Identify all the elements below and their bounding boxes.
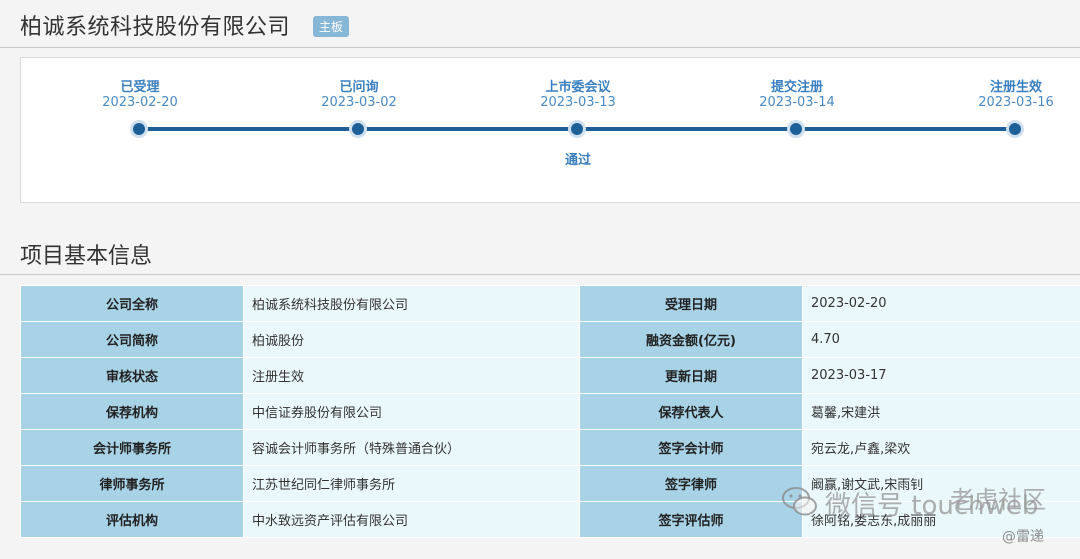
- field-value: 柏诚股份: [243, 321, 580, 358]
- field-value: 柏诚系统科技股份有限公司: [243, 285, 580, 322]
- table-row: 评估机构 中水致远资产评估有限公司 签字评估师 徐阿铭,娄志东,成丽丽: [20, 501, 1080, 538]
- table-row: 审核状态 注册生效 更新日期 2023-03-17: [20, 357, 1080, 394]
- field-value: 2023-02-20: [802, 285, 1080, 322]
- field-value: 葛馨,宋建洪: [802, 393, 1080, 430]
- field-label: 评估机构: [20, 501, 244, 538]
- field-label: 受理日期: [579, 285, 803, 322]
- field-value: 阚赢,谢文武,宋雨钊: [802, 465, 1080, 502]
- field-label: 公司全称: [20, 285, 244, 322]
- step-result: 通过: [564, 153, 591, 168]
- timeline-panel: 已受理 2023-02-20 已问询 2023-03-02 上市委会议 2023…: [20, 57, 1080, 203]
- field-label: 保荐机构: [20, 393, 244, 430]
- section-header: 项目基本信息: [0, 230, 1080, 275]
- step-date: 2023-02-20: [102, 95, 178, 110]
- step-dot: [130, 120, 148, 138]
- step-label: 已受理: [120, 80, 160, 95]
- company-title: 柏诚系统科技股份有限公司: [20, 15, 291, 40]
- field-value: 2023-03-17: [802, 357, 1080, 394]
- step-date: 2023-03-16: [978, 95, 1054, 110]
- field-label: 公司简称: [20, 321, 244, 358]
- field-value: 徐阿铭,娄志东,成丽丽: [802, 501, 1080, 538]
- field-value: 中水致远资产评估有限公司: [243, 501, 580, 538]
- step-dot: [568, 120, 586, 138]
- step-date: 2023-03-13: [540, 95, 616, 110]
- table-row: 公司简称 柏诚股份 融资金额(亿元) 4.70: [20, 321, 1080, 358]
- field-value: 容诚会计师事务所（特殊普通合伙）: [243, 429, 580, 466]
- table-row: 公司全称 柏诚系统科技股份有限公司 受理日期 2023-02-20: [20, 285, 1080, 322]
- board-badge: 主板: [313, 16, 350, 37]
- step-label: 上市委会议: [545, 80, 611, 95]
- step-dot: [349, 120, 367, 138]
- field-label: 律师事务所: [20, 465, 244, 502]
- field-label: 签字会计师: [579, 429, 803, 466]
- step-label: 已问询: [339, 80, 379, 95]
- step-label: 注册生效: [989, 80, 1042, 95]
- step-dot: [787, 120, 805, 138]
- field-label: 会计师事务所: [20, 429, 244, 466]
- field-value: 江苏世纪同仁律师事务所: [243, 465, 580, 502]
- table-row: 保荐机构 中信证券股份有限公司 保荐代表人 葛馨,宋建洪: [20, 393, 1080, 430]
- step-label: 提交注册: [770, 80, 823, 95]
- field-value: 注册生效: [243, 357, 580, 394]
- step-dot: [1006, 120, 1024, 138]
- field-label: 保荐代表人: [579, 393, 803, 430]
- field-label: 融资金额(亿元): [579, 321, 803, 358]
- field-value: 宛云龙,卢鑫,梁欢: [802, 429, 1080, 466]
- company-header: 柏诚系统科技股份有限公司 主板: [0, 0, 1080, 48]
- table-row: 律师事务所 江苏世纪同仁律师事务所 签字律师 阚赢,谢文武,宋雨钊: [20, 465, 1080, 502]
- field-label: 签字评估师: [579, 501, 803, 538]
- field-value: 中信证券股份有限公司: [243, 393, 580, 430]
- field-label: 更新日期: [579, 357, 803, 394]
- field-value: 4.70: [802, 321, 1080, 358]
- field-label: 签字律师: [579, 465, 803, 502]
- section-title: 项目基本信息: [20, 244, 153, 269]
- info-table: 公司全称 柏诚系统科技股份有限公司 受理日期 2023-02-20 公司简称 柏…: [20, 285, 1080, 538]
- field-label: 审核状态: [20, 357, 244, 394]
- step-date: 2023-03-14: [759, 95, 835, 110]
- step-date: 2023-03-02: [321, 95, 397, 110]
- table-row: 会计师事务所 容诚会计师事务所（特殊普通合伙） 签字会计师 宛云龙,卢鑫,梁欢: [20, 429, 1080, 466]
